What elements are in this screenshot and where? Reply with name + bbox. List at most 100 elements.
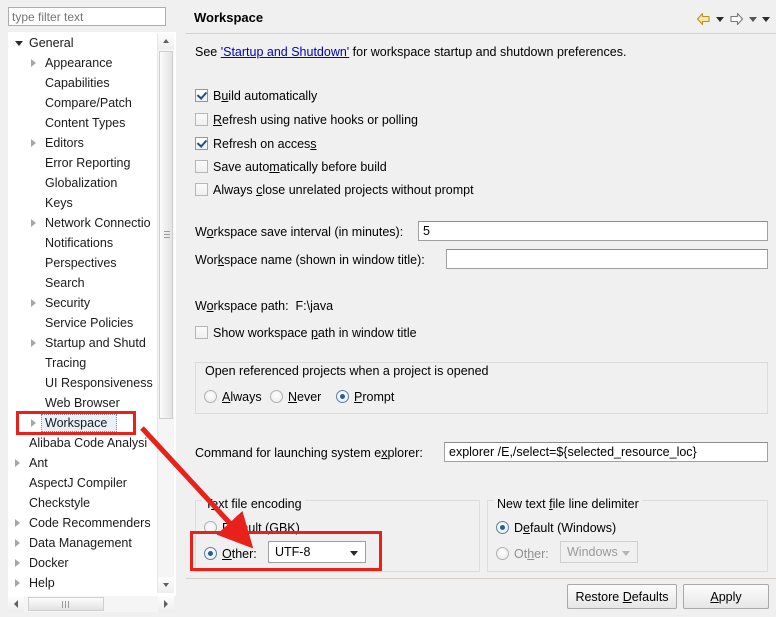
sidebar-item-workspace[interactable]: Workspace — [9, 413, 161, 433]
sidebar-item-ant[interactable]: Ant — [9, 453, 161, 473]
tree-vertical-scrollbar[interactable] — [157, 33, 174, 593]
refresh-on-access-checkbox[interactable]: Refresh on access — [195, 136, 317, 152]
workspace-path-value: F:\java — [295, 299, 334, 313]
checkbox-icon-checked[interactable] — [195, 137, 208, 150]
radio-icon-selected[interactable] — [336, 390, 349, 403]
sidebar-item-error-reporting[interactable]: Error Reporting — [9, 153, 161, 173]
horizontal-scrollbar-thumb[interactable] — [28, 597, 104, 611]
encoding-combo[interactable]: UTF-8 — [268, 541, 366, 563]
open-referenced-prompt-radio[interactable]: Prompt — [336, 389, 394, 405]
delimiter-default-radio[interactable]: Default (Windows) — [496, 520, 616, 536]
sidebar-item-editors[interactable]: Editors — [9, 133, 161, 153]
collapsed-triangle-icon[interactable] — [31, 219, 36, 227]
delimiter-other-radio[interactable]: Other: — [496, 546, 549, 562]
radio-icon-selected[interactable] — [204, 547, 217, 560]
forward-arrow-icon[interactable] — [729, 12, 744, 26]
collapsed-triangle-icon[interactable] — [31, 59, 36, 67]
explorer-command-input[interactable] — [444, 442, 768, 462]
sidebar-item-network-connectio[interactable]: Network Connectio — [9, 213, 161, 233]
sidebar-item-label: Error Reporting — [45, 156, 131, 170]
sidebar-item-capabilities[interactable]: Capabilities — [9, 73, 161, 93]
checkbox-icon[interactable] — [195, 160, 208, 173]
checkbox-icon-checked[interactable] — [195, 89, 208, 102]
sidebar-item-tracing[interactable]: Tracing — [9, 353, 161, 373]
open-referenced-never-radio[interactable]: Never — [270, 389, 321, 405]
sidebar-item-perspectives[interactable]: Perspectives — [9, 253, 161, 273]
preferences-tree[interactable]: General Appearance Capabilities Compare/Pat… — [8, 32, 176, 596]
label-part: lose unrelated projects without prompt — [262, 183, 474, 197]
collapsed-triangle-icon[interactable] — [15, 579, 20, 587]
scroll-up-button[interactable] — [158, 33, 174, 49]
startup-shutdown-link[interactable]: 'Startup and Shutdown' — [221, 45, 349, 59]
restore-defaults-button[interactable]: Restore Defaults — [567, 584, 677, 609]
back-arrow-icon[interactable] — [696, 12, 711, 26]
chevron-down-icon[interactable] — [622, 551, 630, 556]
collapsed-triangle-icon[interactable] — [15, 539, 20, 547]
sidebar-item-help[interactable]: Help — [9, 573, 161, 593]
collapsed-triangle-icon[interactable] — [31, 339, 36, 347]
always-close-unrelated-checkbox[interactable]: Always close unrelated projects without … — [195, 182, 474, 198]
collapsed-triangle-icon[interactable] — [15, 559, 20, 567]
sidebar-item-globalization[interactable]: Globalization — [9, 173, 161, 193]
scroll-right-button[interactable] — [158, 596, 174, 612]
sidebar-item-label: Docker — [29, 556, 69, 570]
sidebar-item-appearance[interactable]: Appearance — [9, 53, 161, 73]
sidebar-item-general[interactable]: General — [9, 33, 161, 53]
sidebar-item-service-policies[interactable]: Service Policies — [9, 313, 161, 333]
pane-splitter[interactable] — [178, 0, 186, 617]
sidebar-item-docker[interactable]: Docker — [9, 553, 161, 573]
sidebar-item-compare-patch[interactable]: Compare/Patch — [9, 93, 161, 113]
sidebar-item-keys[interactable]: Keys — [9, 193, 161, 213]
collapsed-triangle-icon[interactable] — [31, 419, 36, 427]
expanded-triangle-icon[interactable] — [15, 41, 23, 46]
sidebar-item-checkstyle[interactable]: Checkstyle — [9, 493, 161, 513]
sidebar-item-label: Appearance — [45, 56, 113, 70]
radio-icon[interactable] — [204, 390, 217, 403]
sidebar-item-label: Tracing — [45, 356, 87, 370]
scroll-left-button[interactable] — [8, 596, 24, 612]
encoding-default-radio[interactable]: Default (GBK) — [204, 520, 300, 536]
apply-button[interactable]: Apply — [683, 584, 769, 609]
collapsed-triangle-icon[interactable] — [31, 139, 36, 147]
vertical-scrollbar-thumb[interactable] — [159, 51, 173, 419]
build-automatically-checkbox[interactable]: Build automatically — [195, 88, 317, 104]
sidebar-item-label: Capabilities — [45, 76, 110, 90]
radio-icon[interactable] — [204, 521, 217, 534]
open-referenced-always-radio[interactable]: Always — [204, 389, 262, 405]
radio-icon[interactable] — [270, 390, 283, 403]
sidebar-item-aspectj-compiler[interactable]: AspectJ Compiler — [9, 473, 161, 493]
sidebar-item-search[interactable]: Search — [9, 273, 161, 293]
sidebar-item-label: Data Management — [29, 536, 132, 550]
radio-icon[interactable] — [496, 547, 509, 560]
workspace-name-input[interactable] — [446, 249, 768, 269]
back-history-chevron-down-icon[interactable] — [716, 16, 724, 22]
checkbox-icon[interactable] — [195, 113, 208, 126]
collapsed-triangle-icon[interactable] — [15, 519, 20, 527]
forward-history-chevron-down-icon[interactable] — [749, 16, 757, 22]
sidebar-item-ui-responsiveness[interactable]: UI Responsiveness — [9, 373, 161, 393]
checkbox-icon[interactable] — [195, 326, 208, 339]
sidebar-item-notifications[interactable]: Notifications — [9, 233, 161, 253]
checkbox-icon[interactable] — [195, 183, 208, 196]
show-workspace-path-checkbox[interactable]: Show workspace path in window title — [195, 325, 417, 341]
encoding-other-radio[interactable]: Other: — [204, 546, 257, 562]
sidebar-item-alibaba-code-analysi[interactable]: Alibaba Code Analysi — [9, 433, 161, 453]
radio-icon-selected[interactable] — [496, 521, 509, 534]
collapsed-triangle-icon[interactable] — [31, 299, 36, 307]
collapsed-triangle-icon[interactable] — [15, 459, 20, 467]
sidebar-item-web-browser[interactable]: Web Browser — [9, 393, 161, 413]
chevron-down-icon[interactable] — [350, 551, 358, 556]
view-menu-chevron-down-icon[interactable] — [762, 16, 770, 22]
save-interval-input[interactable] — [418, 221, 768, 241]
sidebar-item-startup-and-shutd[interactable]: Startup and Shutd — [9, 333, 161, 353]
sidebar-item-data-management[interactable]: Data Management — [9, 533, 161, 553]
sidebar-item-content-types[interactable]: Content Types — [9, 113, 161, 133]
delimiter-combo[interactable]: Windows — [560, 541, 638, 563]
sidebar-item-security[interactable]: Security — [9, 293, 161, 313]
sidebar-item-code-recommenders[interactable]: Code Recommenders — [9, 513, 161, 533]
refresh-native-hooks-checkbox[interactable]: Refresh using native hooks or polling — [195, 112, 418, 128]
scroll-down-button[interactable] — [158, 577, 174, 593]
tree-horizontal-scrollbar[interactable] — [8, 596, 174, 612]
save-before-build-checkbox[interactable]: Save automatically before build — [195, 159, 387, 175]
filter-input[interactable] — [8, 7, 166, 26]
